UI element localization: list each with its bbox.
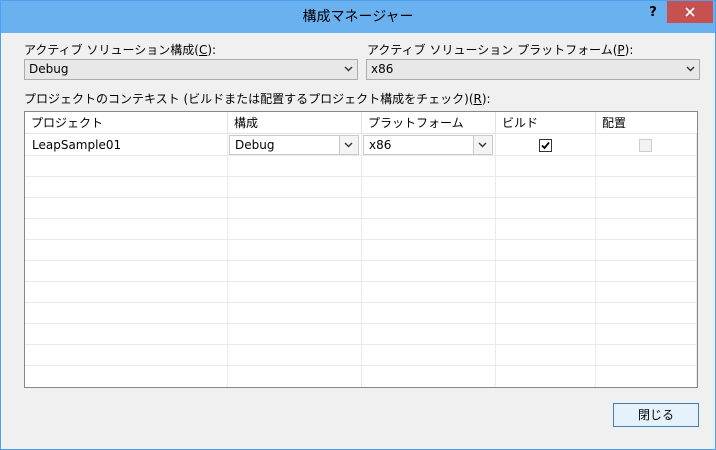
project-context-label: プロジェクトのコンテキスト (ビルドまたは配置するプロジェクト構成をチェック)(… [24,92,491,106]
grid-divider [595,134,596,387]
column-header-platform[interactable]: プラットフォーム [362,112,496,134]
grid-divider [25,302,697,303]
column-header-configuration[interactable]: 構成 [228,112,362,134]
grid-divider [25,176,697,177]
row-platform-select[interactable]: x86 [363,135,493,155]
dialog-title: 構成マネージャー [302,9,414,25]
chevron-down-icon [686,66,695,72]
chevron-down-icon [344,66,353,72]
configuration-manager-dialog: 構成マネージャー ? アクティブ ソリューション構成(C): Debug アクテ… [0,0,716,450]
close-button[interactable]: 閉じる [613,403,699,427]
column-header-build[interactable]: ビルド [496,112,596,134]
help-button[interactable]: ? [641,1,665,25]
active-platform-select[interactable]: x86 [366,59,700,80]
grid-divider [25,323,697,324]
close-window-button[interactable] [667,1,713,23]
checkmark-icon [541,141,550,150]
row-configuration-value: Debug [235,138,275,152]
grid-divider [25,281,697,282]
deploy-checkbox [639,139,652,152]
column-header-deploy[interactable]: 配置 [596,112,697,134]
active-config-label: アクティブ ソリューション構成(C): [24,43,217,57]
grid-divider [696,134,697,387]
title-bar: 構成マネージャー ? [1,1,715,33]
grid-divider [25,239,697,240]
grid-divider [361,134,362,387]
grid-divider [25,344,697,345]
row-configuration-select[interactable]: Debug [229,135,359,155]
grid-divider [25,260,697,261]
chevron-down-icon [344,142,353,148]
active-platform-value: x86 [371,62,394,76]
build-checkbox[interactable] [539,139,552,152]
close-icon [685,7,695,17]
active-platform-label: アクティブ ソリューション プラットフォーム(P): [367,43,634,57]
project-context-grid: プロジェクト 構成 プラットフォーム ビルド 配置 LeapSample01 D… [24,111,698,388]
active-config-select[interactable]: Debug [24,59,358,80]
active-config-value: Debug [29,62,69,76]
grid-divider [25,197,697,198]
grid-divider [227,134,228,387]
grid-divider [25,218,697,219]
column-header-project[interactable]: プロジェクト [25,112,228,134]
chevron-down-icon [478,142,487,148]
grid-divider [25,365,697,366]
grid-divider [495,134,496,387]
dropdown-button[interactable] [473,136,492,154]
grid-divider [25,155,697,156]
row-platform-value: x86 [369,138,392,152]
dropdown-button[interactable] [339,136,358,154]
project-name-cell: LeapSample01 [32,138,122,152]
